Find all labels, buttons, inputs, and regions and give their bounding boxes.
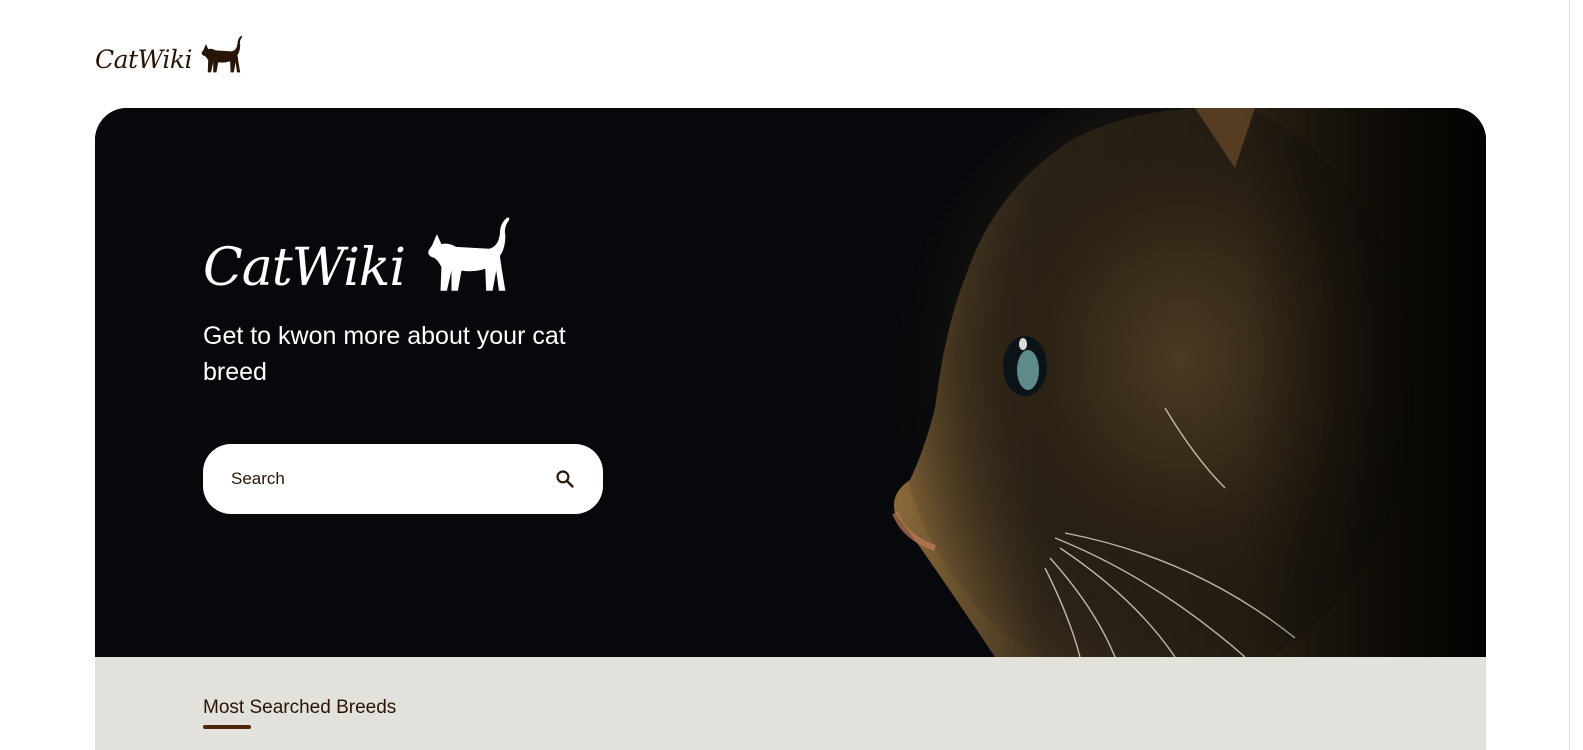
hero-logo: CatWiki [203, 214, 623, 298]
site-header: CatWiki [95, 32, 244, 76]
header-logo-text: CatWiki [95, 45, 192, 74]
section-underline [203, 725, 251, 729]
section-title: Most Searched Breeds [203, 697, 397, 718]
search-input[interactable] [231, 469, 551, 489]
hero-content: CatWiki Get to kwon more about your cat … [203, 214, 623, 514]
page: CatWiki CatWiki Get to kwon more about y… [0, 0, 1583, 750]
header-logo[interactable]: CatWiki [95, 34, 244, 76]
most-searched-breeds-section: Most Searched Breeds [95, 657, 1486, 750]
cat-silhouette-icon [201, 35, 243, 73]
cat-silhouette-icon [428, 217, 510, 291]
hero-logo-text: CatWiki [203, 238, 406, 298]
search-button[interactable] [551, 465, 579, 493]
search-box [203, 444, 603, 514]
page-scrollbar[interactable] [1569, 0, 1583, 750]
hero-banner: CatWiki Get to kwon more about your cat … [95, 108, 1486, 657]
search-icon [556, 470, 574, 488]
hero-tagline: Get to kwon more about your cat breed [203, 322, 566, 386]
